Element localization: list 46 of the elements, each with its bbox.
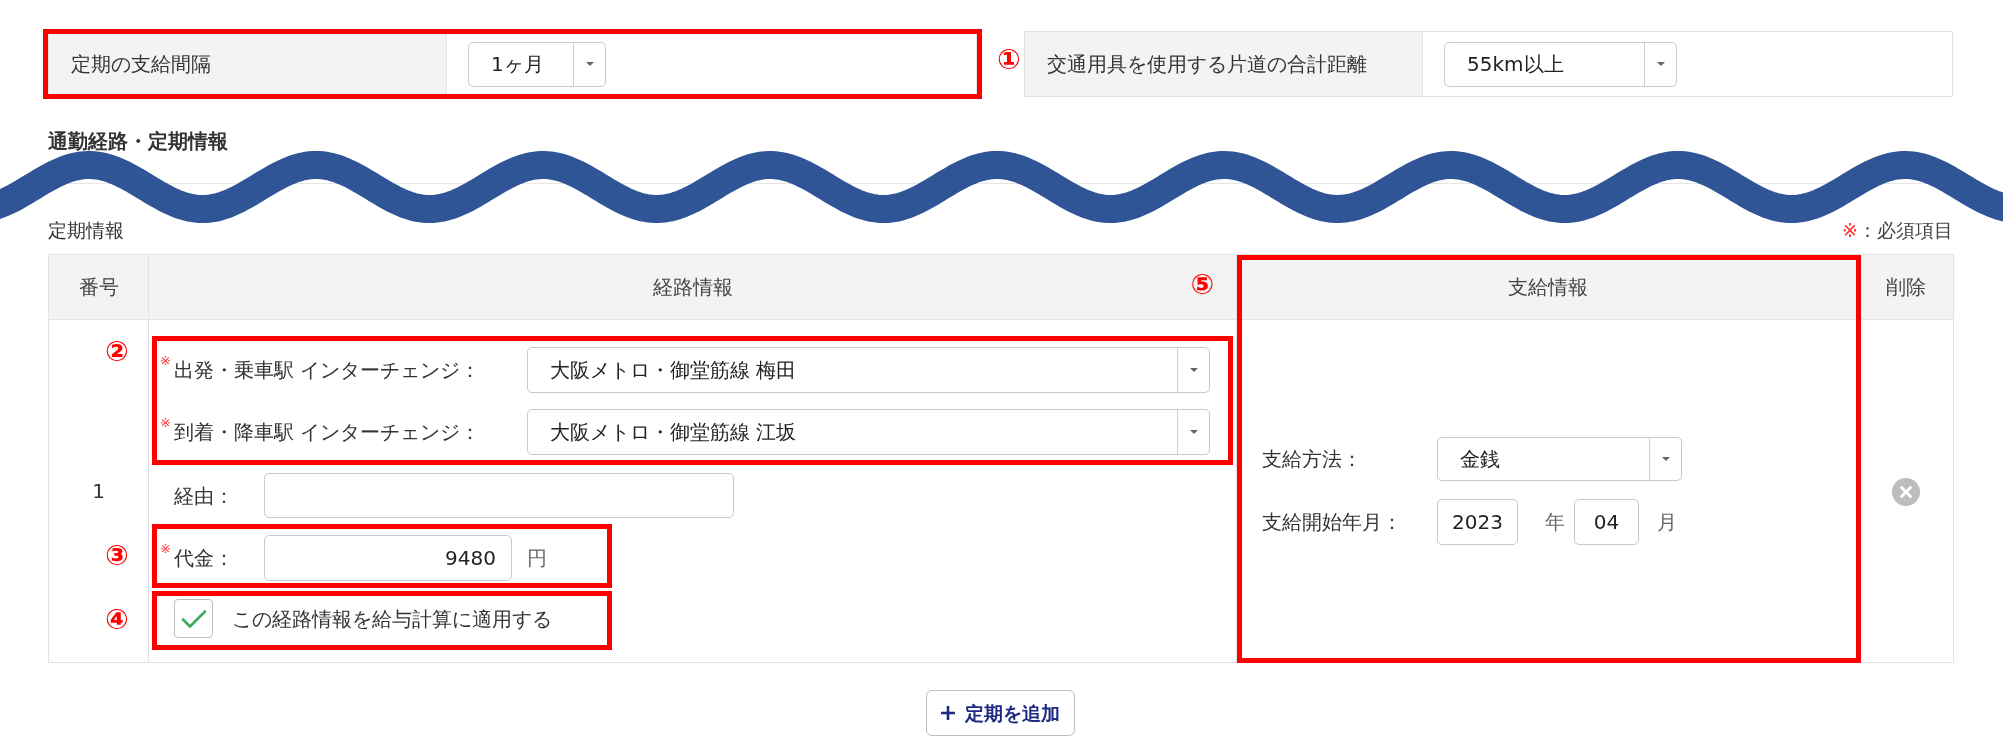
callout-number: ④ bbox=[105, 606, 129, 634]
field-label: 代金： bbox=[174, 545, 235, 572]
month-field[interactable]: 04 bbox=[1574, 499, 1639, 545]
unit-label: 円 bbox=[527, 545, 547, 572]
required-mark: ※ bbox=[160, 354, 172, 367]
required-mark: ※ bbox=[1842, 218, 1858, 242]
field-label: 経由： bbox=[174, 482, 235, 510]
unit-label: 年 bbox=[1545, 509, 1565, 536]
setting-label: 定期の支給間隔 bbox=[49, 32, 447, 96]
callout-number: ② bbox=[105, 338, 129, 366]
dropdown[interactable]: 55km以上 bbox=[1444, 41, 1677, 87]
column-header: 番号 bbox=[48, 254, 149, 320]
field-label: 支給方法： bbox=[1262, 446, 1363, 473]
field-label: 到着・降車駅 インターチェンジ： bbox=[174, 419, 482, 446]
add-pass-button[interactable]: 定期を追加 bbox=[926, 690, 1075, 736]
text-field[interactable] bbox=[264, 473, 734, 518]
subsection-title: 定期情報 bbox=[48, 218, 124, 242]
dropdown[interactable]: 金銭 bbox=[1437, 437, 1682, 481]
caret-icon bbox=[1656, 62, 1665, 66]
callout-number: ⑤ bbox=[1190, 270, 1215, 299]
dropdown[interactable]: 1ヶ月 bbox=[468, 41, 606, 87]
check-icon bbox=[180, 608, 207, 629]
dropdown[interactable]: 大阪メトロ・御堂筋線 江坂 bbox=[527, 409, 1210, 455]
section-title: 通勤経路・定期情報 bbox=[48, 129, 228, 153]
caret-icon bbox=[1189, 368, 1198, 372]
checkbox[interactable] bbox=[174, 599, 213, 638]
field-label: 出発・乗車駅 インターチェンジ： bbox=[174, 357, 482, 384]
year-field[interactable]: 2023 bbox=[1437, 499, 1518, 545]
column-header: 支給情報 bbox=[1236, 254, 1859, 320]
caret-icon bbox=[1189, 430, 1198, 434]
dropdown[interactable]: 大阪メトロ・御堂筋線 梅田 bbox=[527, 347, 1210, 393]
setting-label: 交通用具を使用する片道の合計距離 bbox=[1025, 32, 1423, 96]
column-header: 削除 bbox=[1858, 254, 1954, 320]
required-mark: ※ bbox=[160, 542, 172, 555]
required-mark: ※ bbox=[160, 416, 172, 429]
callout-number: ① bbox=[997, 46, 1021, 74]
caret-icon bbox=[585, 62, 594, 66]
checkbox-label: この経路情報を給与計算に適用する bbox=[232, 605, 552, 633]
plus-icon bbox=[941, 706, 955, 720]
callout-number: ③ bbox=[105, 542, 129, 570]
fare-field[interactable]: 9480 bbox=[264, 535, 512, 581]
unit-label: 月 bbox=[1657, 509, 1677, 536]
field-label: 支給開始年月： bbox=[1262, 509, 1403, 536]
x-circle-icon[interactable] bbox=[1892, 478, 1920, 507]
caret-icon bbox=[1661, 457, 1670, 461]
legend-text: ：必須項目 bbox=[1858, 218, 1953, 242]
